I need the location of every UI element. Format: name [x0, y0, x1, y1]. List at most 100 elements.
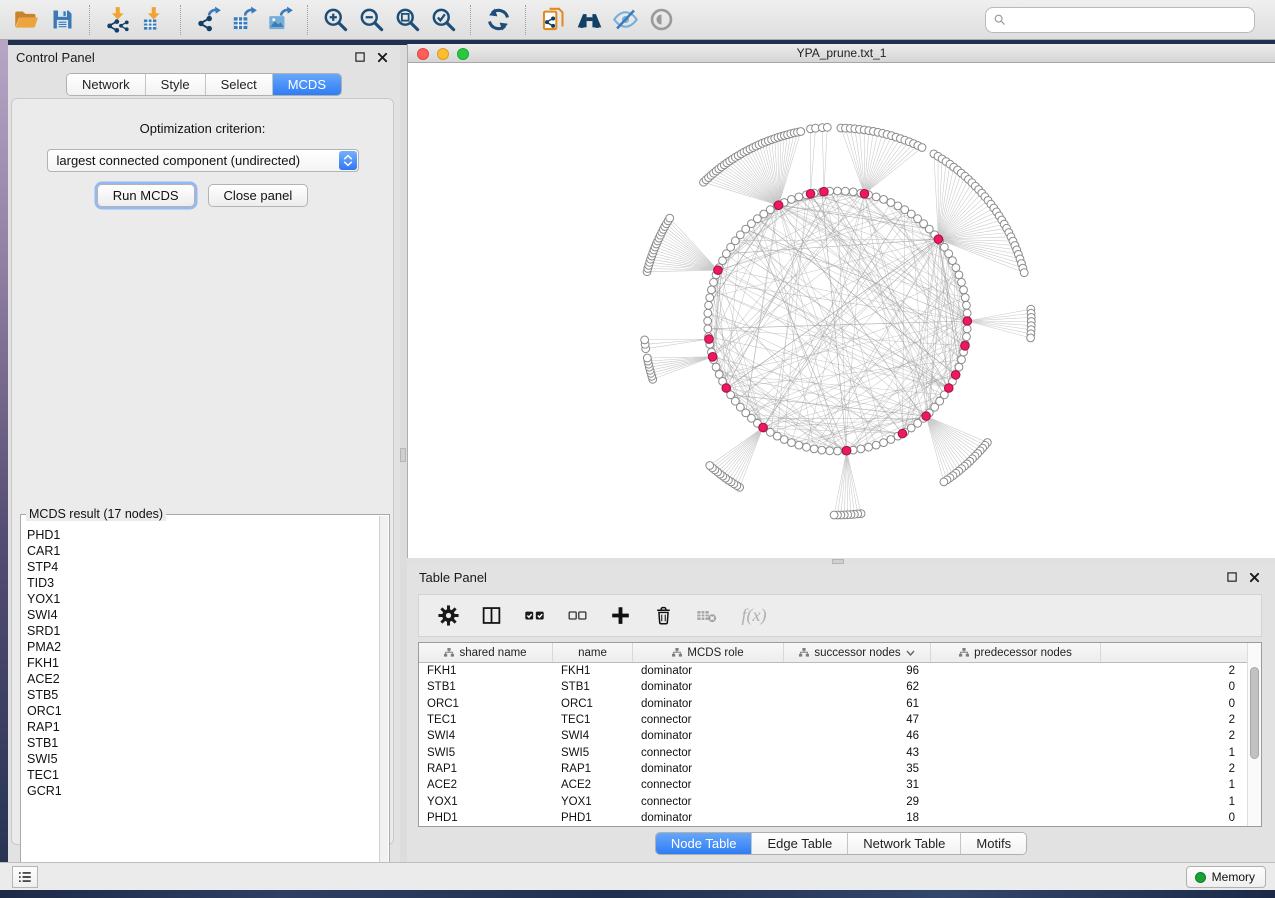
column-header-predecessor-nodes[interactable]: predecessor nodes	[931, 643, 1101, 662]
cell-predecessor[interactable]: 0	[931, 698, 1247, 710]
cell-name[interactable]: ORC1	[553, 698, 633, 710]
cell-predecessor[interactable]: 2	[931, 665, 1247, 677]
table-row[interactable]: RAP1RAP1dominator352	[419, 761, 1247, 777]
criterion-dropdown[interactable]: largest connected component (undirected)	[47, 149, 359, 172]
show-graphics-button[interactable]	[643, 4, 679, 36]
table-row[interactable]: ORC1ORC1dominator610	[419, 696, 1247, 712]
mcds-result-item[interactable]: FKH1	[27, 655, 379, 671]
cell-successor[interactable]: 43	[784, 747, 931, 759]
mcds-result-item[interactable]: STB1	[27, 735, 379, 751]
cell-successor[interactable]: 31	[784, 779, 931, 791]
column-header-name[interactable]: name	[553, 643, 633, 662]
zoom-in-button[interactable]	[317, 4, 353, 36]
mcds-result-item[interactable]: STP4	[27, 559, 379, 575]
table-scrollbar-thumb[interactable]	[1250, 667, 1259, 759]
mcds-result-item[interactable]: SRD1	[27, 623, 379, 639]
table-row[interactable]: FKH1FKH1dominator962	[419, 663, 1247, 679]
cell-name[interactable]: SWI4	[553, 730, 633, 742]
zoom-out-button[interactable]	[353, 4, 389, 36]
cell-successor[interactable]: 62	[784, 681, 931, 693]
cell-mcds_role[interactable]: connector	[633, 714, 784, 726]
cell-predecessor[interactable]: 0	[931, 812, 1247, 824]
cell-name[interactable]: ACE2	[553, 779, 633, 791]
cell-successor[interactable]: 18	[784, 812, 931, 824]
horizontal-splitter[interactable]	[407, 558, 1275, 565]
minimize-window-icon[interactable]	[437, 48, 449, 60]
vertical-splitter[interactable]	[400, 45, 407, 862]
cell-successor[interactable]: 29	[784, 796, 931, 808]
network-canvas[interactable]	[408, 63, 1275, 558]
mcds-result-item[interactable]: ORC1	[27, 703, 379, 719]
mcds-result-item[interactable]: SWI5	[27, 751, 379, 767]
search-network-button[interactable]	[571, 4, 607, 36]
cell-predecessor[interactable]: 2	[931, 730, 1247, 742]
cell-mcds_role[interactable]: dominator	[633, 763, 784, 775]
close-panel-icon[interactable]	[376, 51, 389, 64]
mcds-result-item[interactable]: CAR1	[27, 543, 379, 559]
add-column-button[interactable]	[608, 604, 632, 628]
column-header-MCDS-role[interactable]: MCDS role	[633, 643, 784, 662]
cell-predecessor[interactable]: 1	[931, 796, 1247, 808]
column-visibility-button[interactable]	[479, 604, 503, 628]
vertical-splitter-grip[interactable]	[400, 448, 406, 462]
mcds-result-list[interactable]: PHD1CAR1STP4TID3YOX1SWI4SRD1PMA2FKH1ACE2…	[22, 519, 379, 883]
horizontal-splitter-grip[interactable]	[832, 559, 844, 564]
tab-motifs[interactable]: Motifs	[961, 833, 1026, 854]
mcds-result-item[interactable]: YOX1	[27, 591, 379, 607]
zoom-fit-button[interactable]	[389, 4, 425, 36]
cell-mcds_role[interactable]: dominator	[633, 681, 784, 693]
cell-shared_name[interactable]: SWI5	[419, 747, 553, 759]
cell-shared_name[interactable]: ORC1	[419, 698, 553, 710]
cell-shared_name[interactable]: YOX1	[419, 796, 553, 808]
table-settings-button[interactable]	[436, 604, 460, 628]
mcds-result-item[interactable]: SWI4	[27, 607, 379, 623]
network-window-titlebar[interactable]: YPA_prune.txt_1	[408, 44, 1275, 63]
tab-node-table[interactable]: Node Table	[656, 833, 753, 854]
mcds-result-item[interactable]: PMA2	[27, 639, 379, 655]
cell-shared_name[interactable]: SWI4	[419, 730, 553, 742]
zoom-selected-button[interactable]	[425, 4, 461, 36]
mcds-result-item[interactable]: RAP1	[27, 719, 379, 735]
cell-mcds_role[interactable]: connector	[633, 779, 784, 791]
table-row[interactable]: TEC1TEC1connector472	[419, 712, 1247, 728]
cell-successor[interactable]: 47	[784, 714, 931, 726]
cell-name[interactable]: YOX1	[553, 796, 633, 808]
run-mcds-button[interactable]: Run MCDS	[97, 184, 195, 207]
open-session-button[interactable]	[8, 4, 44, 36]
cell-mcds_role[interactable]: dominator	[633, 812, 784, 824]
column-header-shared-name[interactable]: shared name	[419, 643, 553, 662]
cell-name[interactable]: FKH1	[553, 665, 633, 677]
cell-successor[interactable]: 61	[784, 698, 931, 710]
cell-shared_name[interactable]: ACE2	[419, 779, 553, 791]
cell-shared_name[interactable]: FKH1	[419, 665, 553, 677]
share-document-button[interactable]	[535, 4, 571, 36]
tab-network-table[interactable]: Network Table	[848, 833, 961, 854]
table-row[interactable]: YOX1YOX1connector291	[419, 793, 1247, 809]
mcds-result-item[interactable]: TID3	[27, 575, 379, 591]
chevron-down-icon[interactable]	[906, 650, 915, 656]
table-scrollbar[interactable]	[1247, 643, 1261, 826]
mcds-result-item[interactable]: STB5	[27, 687, 379, 703]
cell-name[interactable]: STB1	[553, 681, 633, 693]
select-all-button[interactable]	[522, 604, 546, 628]
cell-predecessor[interactable]: 2	[931, 763, 1247, 775]
cell-predecessor[interactable]: 2	[931, 714, 1247, 726]
export-image-button[interactable]	[262, 4, 298, 36]
close-panel-button[interactable]: Close panel	[208, 184, 309, 207]
import-network-button[interactable]	[99, 4, 135, 36]
cell-mcds_role[interactable]: dominator	[633, 730, 784, 742]
cell-shared_name[interactable]: TEC1	[419, 714, 553, 726]
mcds-result-item[interactable]: GCR1	[27, 783, 379, 799]
close-table-panel-icon[interactable]	[1248, 571, 1261, 584]
mcds-result-item[interactable]: ACE2	[27, 671, 379, 687]
float-table-panel-icon[interactable]	[1226, 571, 1239, 584]
cell-shared_name[interactable]: RAP1	[419, 763, 553, 775]
search-input[interactable]	[985, 7, 1255, 33]
cell-successor[interactable]: 46	[784, 730, 931, 742]
table-row[interactable]: SWI4SWI4dominator462	[419, 728, 1247, 744]
mcds-result-item[interactable]: PHD1	[27, 527, 379, 543]
cell-name[interactable]: PHD1	[553, 812, 633, 824]
cell-shared_name[interactable]: STB1	[419, 681, 553, 693]
delete-column-button[interactable]	[651, 604, 675, 628]
column-header-successor-nodes[interactable]: successor nodes	[784, 643, 931, 662]
